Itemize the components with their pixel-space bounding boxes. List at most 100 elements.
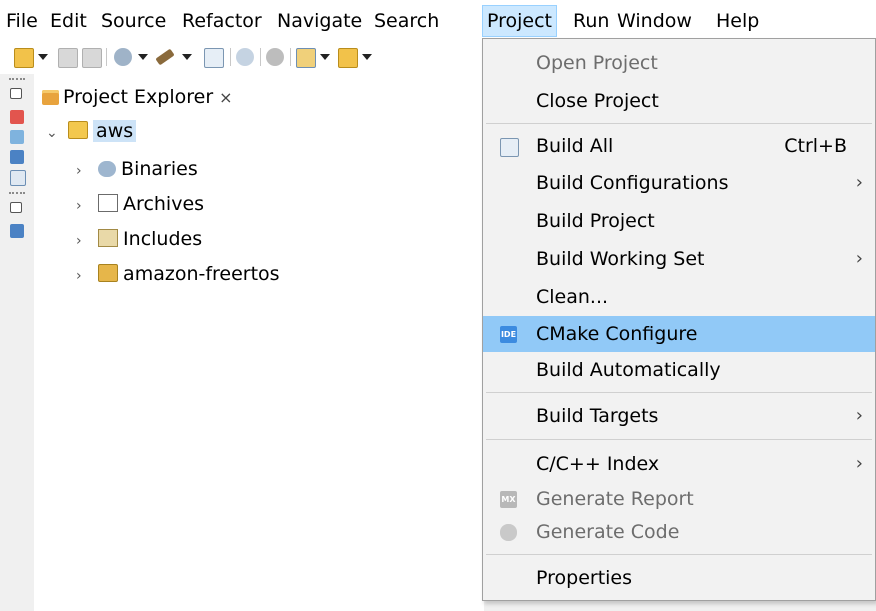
- chevron-down-icon[interactable]: [38, 54, 48, 60]
- c-project-folder-icon: [68, 121, 89, 139]
- menu-item-build-working-set[interactable]: Build Working Set ›: [483, 241, 875, 277]
- save-icon[interactable]: [58, 48, 78, 68]
- tree-item-label: Binaries: [121, 158, 198, 180]
- menu-item-clean[interactable]: Clean...: [483, 279, 875, 315]
- menu-separator: [486, 392, 872, 393]
- generate-code-icon: [500, 524, 517, 541]
- left-trim-stack: [0, 74, 34, 611]
- shortcut-label: Ctrl+B: [784, 135, 847, 157]
- menu-item-label: Build Configurations: [536, 172, 729, 194]
- debug-icon[interactable]: [114, 48, 132, 66]
- tree-item-label: amazon-freertos: [123, 263, 280, 285]
- person-icon[interactable]: [10, 110, 24, 124]
- tasks-icon[interactable]: [10, 130, 24, 144]
- save-all-icon[interactable]: [82, 48, 102, 68]
- tree-item-aws[interactable]: ⌄ aws: [46, 114, 137, 150]
- tree-item-amazon-freertos[interactable]: › amazon-freertos: [76, 257, 280, 291]
- restore-icon[interactable]: [10, 88, 22, 99]
- build-all-icon: [500, 138, 519, 157]
- menu-item-build-all[interactable]: Build All Ctrl+B: [483, 128, 875, 164]
- project-explorer: Project Explorer × ⌄ aws › Binaries › Arc…: [34, 74, 484, 611]
- menu-item-label: Properties: [536, 567, 633, 589]
- menu-item-generate-report[interactable]: MX Generate Report: [483, 481, 875, 517]
- ide-icon: IDE: [500, 326, 517, 343]
- menu-window[interactable]: Window: [613, 6, 696, 36]
- chevron-down-icon[interactable]: [320, 54, 330, 60]
- toolbar-separator: [230, 48, 231, 66]
- toolbar-separator: [106, 48, 107, 66]
- binaries-icon: [98, 161, 117, 177]
- menu-item-cpp-index[interactable]: C/C++ Index ›: [483, 446, 875, 482]
- menu-edit[interactable]: Edit: [46, 6, 91, 36]
- chevron-right-icon[interactable]: ›: [76, 224, 92, 258]
- menu-item-label: Build Working Set: [536, 248, 705, 270]
- menu-item-build-project[interactable]: Build Project: [483, 203, 875, 239]
- chevron-down-icon[interactable]: [138, 54, 148, 60]
- project-explorer-icon: [42, 90, 59, 105]
- mx-icon: MX: [500, 491, 517, 508]
- chevron-right-icon[interactable]: ›: [76, 259, 92, 293]
- chevron-right-icon: ›: [855, 405, 863, 426]
- menu-item-build-configurations[interactable]: Build Configurations ›: [483, 165, 875, 201]
- chevron-right-icon: ›: [855, 453, 863, 474]
- chevron-right-icon: ›: [855, 248, 863, 269]
- menu-refactor[interactable]: Refactor: [178, 6, 266, 36]
- chevron-down-icon[interactable]: ⌄: [46, 116, 62, 150]
- menu-item-label: Build Project: [536, 210, 655, 232]
- menu-item-label: Generate Report: [536, 488, 694, 510]
- new-cpp-project-icon[interactable]: [296, 48, 316, 68]
- menu-item-label: Generate Code: [536, 521, 680, 543]
- console-icon[interactable]: [10, 150, 24, 164]
- close-icon[interactable]: ×: [219, 88, 232, 107]
- menu-item-generate-code[interactable]: Generate Code: [483, 514, 875, 550]
- menu-item-open-project[interactable]: Open Project: [483, 45, 875, 81]
- menu-item-label: Build All: [536, 135, 614, 157]
- menu-item-label: C/C++ Index: [536, 453, 660, 475]
- tab-project-explorer[interactable]: Project Explorer ×: [38, 80, 239, 114]
- menu-source[interactable]: Source: [97, 6, 170, 36]
- menu-navigate[interactable]: Navigate: [273, 6, 366, 36]
- menu-item-cmake-configure[interactable]: IDE CMake Configure: [483, 316, 875, 352]
- menu-search[interactable]: Search: [370, 6, 443, 36]
- chevron-down-icon[interactable]: [182, 54, 192, 60]
- chevron-right-icon[interactable]: ›: [76, 154, 92, 188]
- menu-separator: [486, 554, 872, 555]
- menu-file[interactable]: File: [2, 6, 42, 36]
- menu-item-label: Clean...: [536, 286, 609, 308]
- connect-icon[interactable]: [236, 48, 254, 66]
- trim-handle[interactable]: [9, 192, 25, 197]
- menu-project[interactable]: Project: [482, 5, 558, 37]
- new-wizard-icon[interactable]: [14, 48, 34, 68]
- build-hammer-icon[interactable]: [155, 48, 175, 66]
- restore-icon[interactable]: [10, 202, 22, 213]
- chevron-down-icon[interactable]: [362, 54, 372, 60]
- menu-item-properties[interactable]: Properties: [483, 560, 875, 596]
- tree-item-label: Archives: [123, 193, 205, 215]
- menu-item-build-targets[interactable]: Build Targets ›: [483, 398, 875, 434]
- project-menu: Open Project Close Project Build All Ctr…: [482, 38, 876, 601]
- trim-handle[interactable]: [9, 78, 25, 83]
- archives-icon: [98, 194, 119, 212]
- table-icon[interactable]: [10, 170, 26, 186]
- build-all-icon[interactable]: [204, 48, 224, 68]
- menu-item-label: Build Automatically: [536, 359, 721, 381]
- menu-item-close-project[interactable]: Close Project: [483, 83, 875, 119]
- chevron-right-icon[interactable]: ›: [76, 189, 92, 223]
- monitor-icon[interactable]: [10, 224, 24, 238]
- includes-icon: [98, 229, 119, 247]
- new-folder-icon[interactable]: [338, 48, 358, 68]
- linked-folder-icon: [98, 264, 119, 282]
- menu-help[interactable]: Help: [712, 6, 763, 36]
- tab-label: Project Explorer: [63, 86, 214, 108]
- menu-item-label: Close Project: [536, 90, 659, 112]
- menu-run[interactable]: Run: [569, 6, 613, 36]
- tree-item-archives[interactable]: › Archives: [76, 187, 204, 221]
- chevron-right-icon: ›: [855, 172, 863, 193]
- launch-icon[interactable]: [266, 48, 284, 66]
- tree-item-binaries[interactable]: › Binaries: [76, 152, 198, 186]
- tree-item-includes[interactable]: › Includes: [76, 222, 202, 256]
- menu-item-label: CMake Configure: [536, 323, 698, 345]
- toolbar-separator: [290, 48, 291, 66]
- menu-item-build-automatically[interactable]: Build Automatically: [483, 352, 875, 388]
- toolbar-separator: [260, 48, 261, 66]
